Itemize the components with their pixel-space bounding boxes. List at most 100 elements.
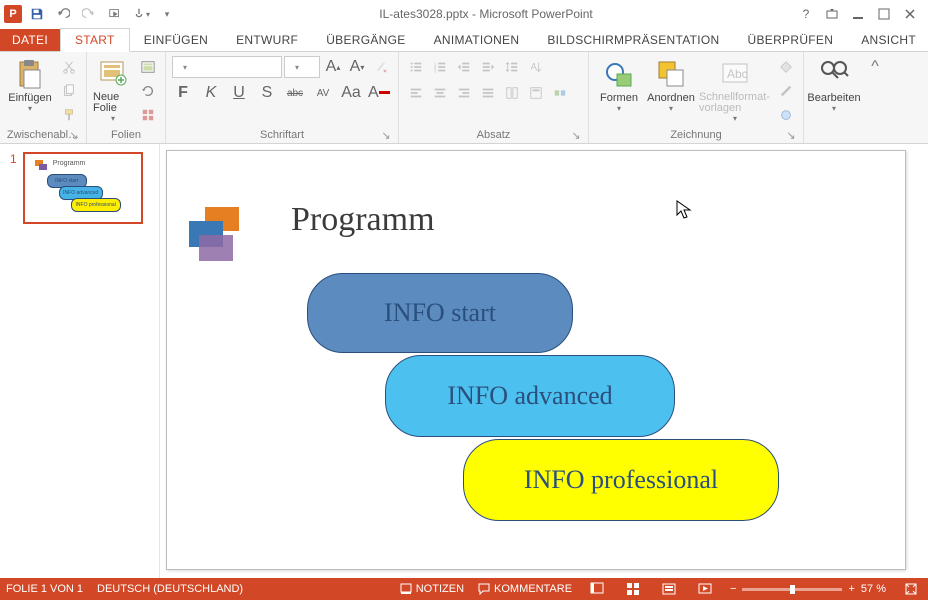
tab-start[interactable]: START (60, 28, 130, 52)
minimize-icon[interactable] (846, 3, 870, 25)
dialog-launcher-icon[interactable]: ↘ (380, 129, 392, 141)
smartart-icon[interactable] (549, 82, 571, 104)
cut-icon[interactable] (58, 56, 80, 78)
slide-thumbnail-panel: 1 Programm INFO start INFO advanced INFO… (0, 144, 160, 578)
zoom-out-icon[interactable]: − (730, 583, 736, 595)
shapes-label: Formen (600, 92, 638, 104)
close-icon[interactable] (898, 3, 922, 25)
quick-styles-label: Schnellformat-vorlagen (699, 92, 771, 114)
strike-button[interactable]: abc (284, 82, 306, 104)
italic-button[interactable]: K (200, 82, 222, 104)
clear-format-icon[interactable] (370, 56, 392, 78)
paste-label: Einfügen (8, 92, 51, 104)
touch-mode-icon[interactable]: ▾ (130, 3, 152, 25)
workspace: 1 Programm INFO start INFO advanced INFO… (0, 144, 928, 578)
decrease-indent-icon[interactable] (453, 56, 475, 78)
copy-icon[interactable] (58, 80, 80, 102)
zoom-value[interactable]: 57 % (861, 583, 886, 595)
ribbon-display-icon[interactable] (820, 3, 844, 25)
pill-info-start[interactable]: INFO start (307, 273, 573, 353)
tab-design[interactable]: ENTWURF (222, 29, 312, 51)
window-controls: ? (794, 3, 928, 25)
grow-font-icon[interactable]: A▴ (322, 56, 344, 78)
sorter-view-icon[interactable] (622, 580, 644, 598)
font-color-button[interactable]: A (368, 82, 390, 104)
shape-outline-icon[interactable] (775, 80, 797, 102)
zoom-slider[interactable] (742, 588, 842, 591)
slideshow-view-icon[interactable] (694, 580, 716, 598)
tab-animations[interactable]: ANIMATIONEN (420, 29, 534, 51)
bullets-icon[interactable] (405, 56, 427, 78)
shrink-font-icon[interactable]: A▾ (346, 56, 368, 78)
bold-button[interactable]: F (172, 82, 194, 104)
align-left-icon[interactable] (405, 82, 427, 104)
tab-transitions[interactable]: ÜBERGÄNGE (312, 29, 419, 51)
status-slide-count[interactable]: FOLIE 1 VON 1 (6, 583, 83, 595)
editing-button[interactable]: Bearbeiten▾ (810, 56, 858, 113)
format-painter-icon[interactable] (58, 104, 80, 126)
numbering-icon[interactable]: 123 (429, 56, 451, 78)
notes-button[interactable]: NOTIZEN (400, 583, 464, 595)
font-name-combo[interactable]: ▾ (172, 56, 282, 78)
justify-icon[interactable] (477, 82, 499, 104)
change-case-button[interactable]: Aa (340, 82, 362, 104)
text-direction-icon[interactable]: A (525, 56, 547, 78)
svg-text:A: A (531, 62, 537, 72)
char-spacing-button[interactable]: AV (312, 82, 334, 104)
dialog-launcher-icon[interactable]: ↘ (68, 129, 80, 141)
increase-indent-icon[interactable] (477, 56, 499, 78)
collapse-ribbon-icon[interactable]: ^ (864, 52, 886, 143)
save-icon[interactable] (26, 3, 48, 25)
new-slide-button[interactable]: Neue Folie ▾ (93, 56, 133, 123)
underline-button[interactable]: U (228, 82, 250, 104)
shadow-button[interactable]: S (256, 82, 278, 104)
reset-icon[interactable] (137, 80, 159, 102)
help-icon[interactable]: ? (794, 3, 818, 25)
layout-icon[interactable] (137, 56, 159, 78)
tab-insert[interactable]: EINFÜGEN (130, 29, 222, 51)
maximize-icon[interactable] (872, 3, 896, 25)
pill-info-advanced[interactable]: INFO advanced (385, 355, 675, 437)
align-right-icon[interactable] (453, 82, 475, 104)
tab-file[interactable]: DATEI (0, 29, 60, 51)
shapes-button[interactable]: Formen▾ (595, 56, 643, 113)
shape-effects-icon[interactable] (775, 104, 797, 126)
status-language[interactable]: DEUTSCH (DEUTSCHLAND) (97, 583, 243, 595)
dialog-launcher-icon[interactable]: ↘ (570, 129, 582, 141)
customize-qat-icon[interactable]: ▾ (156, 3, 178, 25)
quick-access-toolbar: P ▾ ▾ (0, 3, 178, 25)
tab-view[interactable]: ANSICHT (847, 29, 928, 51)
align-text-icon[interactable] (525, 82, 547, 104)
columns-icon[interactable] (501, 82, 523, 104)
reading-view-icon[interactable] (658, 580, 680, 598)
slide-thumbnail-1[interactable]: Programm INFO start INFO advanced INFO p… (23, 152, 143, 224)
tab-slideshow[interactable]: BILDSCHIRMPRÄSENTATION (533, 29, 733, 51)
slide-title-text[interactable]: Programm (291, 201, 435, 239)
redo-icon[interactable] (78, 3, 100, 25)
fit-to-window-icon[interactable] (900, 580, 922, 598)
tab-review[interactable]: ÜBERPRÜFEN (734, 29, 848, 51)
title-bar: P ▾ ▾ IL-ates3028.pptx - Microsoft Power… (0, 0, 928, 28)
find-icon (818, 58, 850, 90)
normal-view-icon[interactable] (586, 580, 608, 598)
arrange-icon (655, 58, 687, 90)
shape-fill-icon[interactable] (775, 56, 797, 78)
arrange-button[interactable]: Anordnen▾ (647, 56, 695, 113)
zoom-in-icon[interactable]: + (848, 583, 854, 595)
start-from-beginning-icon[interactable] (104, 3, 126, 25)
paste-button[interactable]: Einfügen ▾ (6, 56, 54, 113)
slide[interactable]: Programm INFO start INFO advanced INFO p… (166, 150, 906, 570)
logo-shape-purple[interactable] (199, 235, 233, 261)
undo-icon[interactable] (52, 3, 74, 25)
dialog-launcher-icon[interactable]: ↘ (785, 129, 797, 141)
zoom-control[interactable]: − + 57 % (730, 583, 886, 595)
section-icon[interactable] (137, 104, 159, 126)
align-center-icon[interactable] (429, 82, 451, 104)
slide-canvas-area[interactable]: Programm INFO start INFO advanced INFO p… (160, 144, 928, 578)
font-size-combo[interactable]: ▾ (284, 56, 320, 78)
group-slides-label: Folien (93, 129, 159, 143)
quick-styles-button[interactable]: Abc Schnellformat-vorlagen▾ (699, 56, 771, 123)
pill-info-professional[interactable]: INFO professional (463, 439, 779, 521)
comments-button[interactable]: KOMMENTARE (478, 583, 572, 595)
line-spacing-icon[interactable] (501, 56, 523, 78)
